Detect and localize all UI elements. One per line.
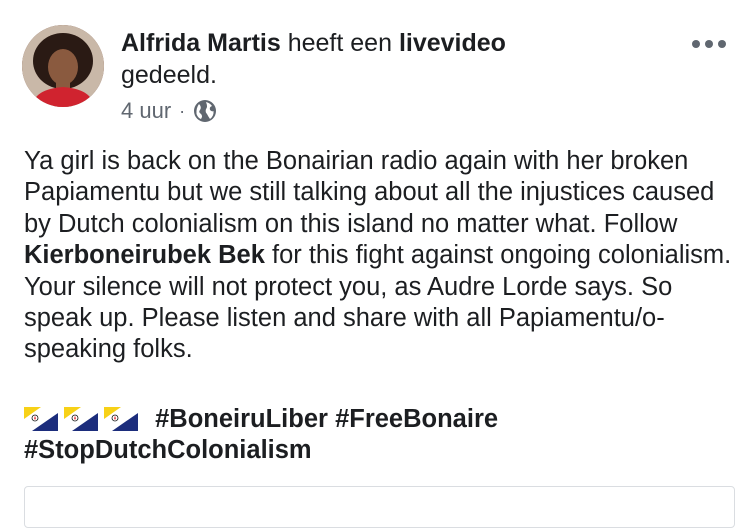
hashtag-link[interactable]: #StopDutchColonialism [24,436,312,464]
hashtag-line: #BoneiruLiber #FreeBonaire #StopDutchCol… [24,404,740,467]
action-object-link[interactable]: livevideo [399,29,506,57]
more-options-icon[interactable] [690,33,730,55]
post-text-start: Ya girl is back on the Bonairian radio a… [24,147,715,238]
post-timestamp[interactable]: 4 uur [121,98,171,124]
post-header-cont: gedeeld. [121,59,217,91]
bonaire-flag-icon [24,407,58,431]
post-body: Ya girl is back on the Bonairian radio a… [24,146,740,366]
flag-emojis [24,405,151,433]
author-name[interactable]: Alfrida Martis [121,29,281,57]
post-header: Alfrida Martis heeft een livevideo [121,27,506,59]
bonaire-flag-icon [104,407,138,431]
post-meta: 4 uur · [121,96,218,126]
feed-post: Alfrida Martis heeft een livevideo gedee… [0,0,749,528]
bonaire-flag-icon [64,407,98,431]
action-text-end: gedeeld. [121,61,217,89]
avatar[interactable] [22,25,104,107]
globe-icon[interactable] [192,98,218,124]
video-attachment[interactable] [24,486,735,528]
hashtag-link[interactable]: #FreeBonaire [335,405,498,433]
mention-link[interactable]: Kierboneirubek Bek [24,241,265,269]
meta-separator: · [179,100,186,121]
avatar-image [22,25,104,107]
action-text: heeft een [287,29,392,57]
hashtag-link[interactable]: #BoneiruLiber [155,405,328,433]
